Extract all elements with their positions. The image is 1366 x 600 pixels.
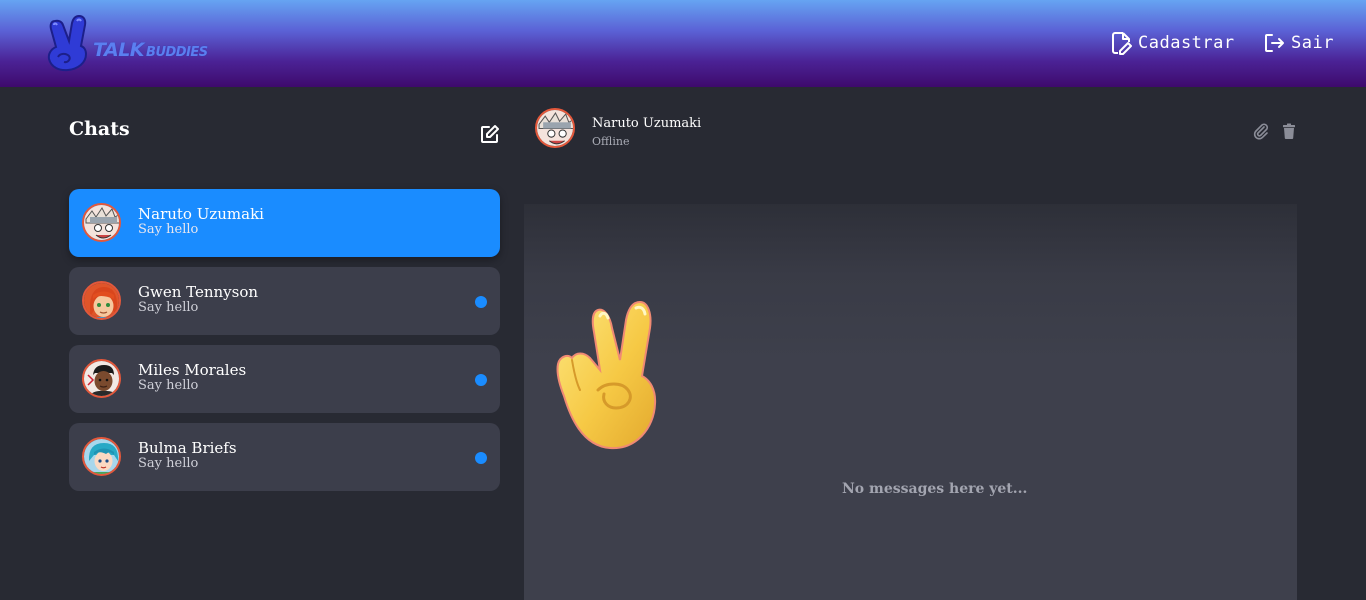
chat-preview: Say hello: [138, 456, 199, 471]
chat-list: Naruto Uzumaki Say hello Gwen Tennyson S…: [69, 189, 500, 501]
avatar: [82, 359, 121, 398]
logo-word-buddies: BUDDIES: [146, 45, 208, 60]
attach-button[interactable]: [1252, 122, 1270, 140]
peace-hand-logo-icon: [47, 14, 88, 72]
logout-button[interactable]: Sair: [1263, 29, 1334, 57]
paperclip-icon: [1253, 123, 1268, 140]
top-header: TALK BUDDIES Cadastrar Sair: [0, 0, 1366, 87]
chat-preview: Say hello: [138, 222, 199, 237]
conversation-avatar: [535, 108, 575, 148]
chat-preview: Say hello: [138, 300, 199, 315]
avatar: [82, 437, 121, 476]
avatar: [82, 203, 121, 242]
logo-wordmark: TALK BUDDIES: [93, 39, 208, 61]
conversation-status: Offline: [592, 135, 630, 148]
empty-messages-text: No messages here yet...: [842, 481, 1028, 497]
unread-indicator: [475, 452, 487, 464]
logo-word-talk: TALK: [93, 39, 145, 61]
logout-label: Sair: [1291, 33, 1334, 53]
chat-item-gwen-tennyson[interactable]: Gwen Tennyson Say hello: [69, 267, 500, 335]
chat-item-bulma-briefs[interactable]: Bulma Briefs Say hello: [69, 423, 500, 491]
new-chat-button[interactable]: [480, 124, 500, 144]
unread-indicator: [475, 296, 487, 308]
trash-icon: [1283, 123, 1295, 139]
edit-square-icon: [481, 125, 499, 143]
file-edit-icon: [1112, 32, 1132, 55]
chat-item-miles-morales[interactable]: Miles Morales Say hello: [69, 345, 500, 413]
register-button[interactable]: Cadastrar: [1110, 29, 1235, 57]
unread-indicator: [475, 374, 487, 386]
avatar: [82, 281, 121, 320]
chat-name: Gwen Tennyson: [138, 283, 259, 301]
chats-title: Chats: [69, 118, 130, 140]
chat-name: Naruto Uzumaki: [138, 205, 264, 223]
chat-item-naruto-uzumaki[interactable]: Naruto Uzumaki Say hello: [69, 189, 500, 257]
chat-preview: Say hello: [138, 378, 199, 393]
logout-icon: [1265, 34, 1284, 52]
chat-name: Bulma Briefs: [138, 439, 237, 457]
peace-hand-emoji-icon: [556, 300, 657, 450]
delete-chat-button[interactable]: [1280, 122, 1298, 140]
chat-name: Miles Morales: [138, 361, 247, 379]
register-label: Cadastrar: [1138, 33, 1235, 53]
conversation-name: Naruto Uzumaki: [592, 116, 702, 131]
talk-buddies-logo[interactable]: TALK BUDDIES: [42, 13, 212, 73]
